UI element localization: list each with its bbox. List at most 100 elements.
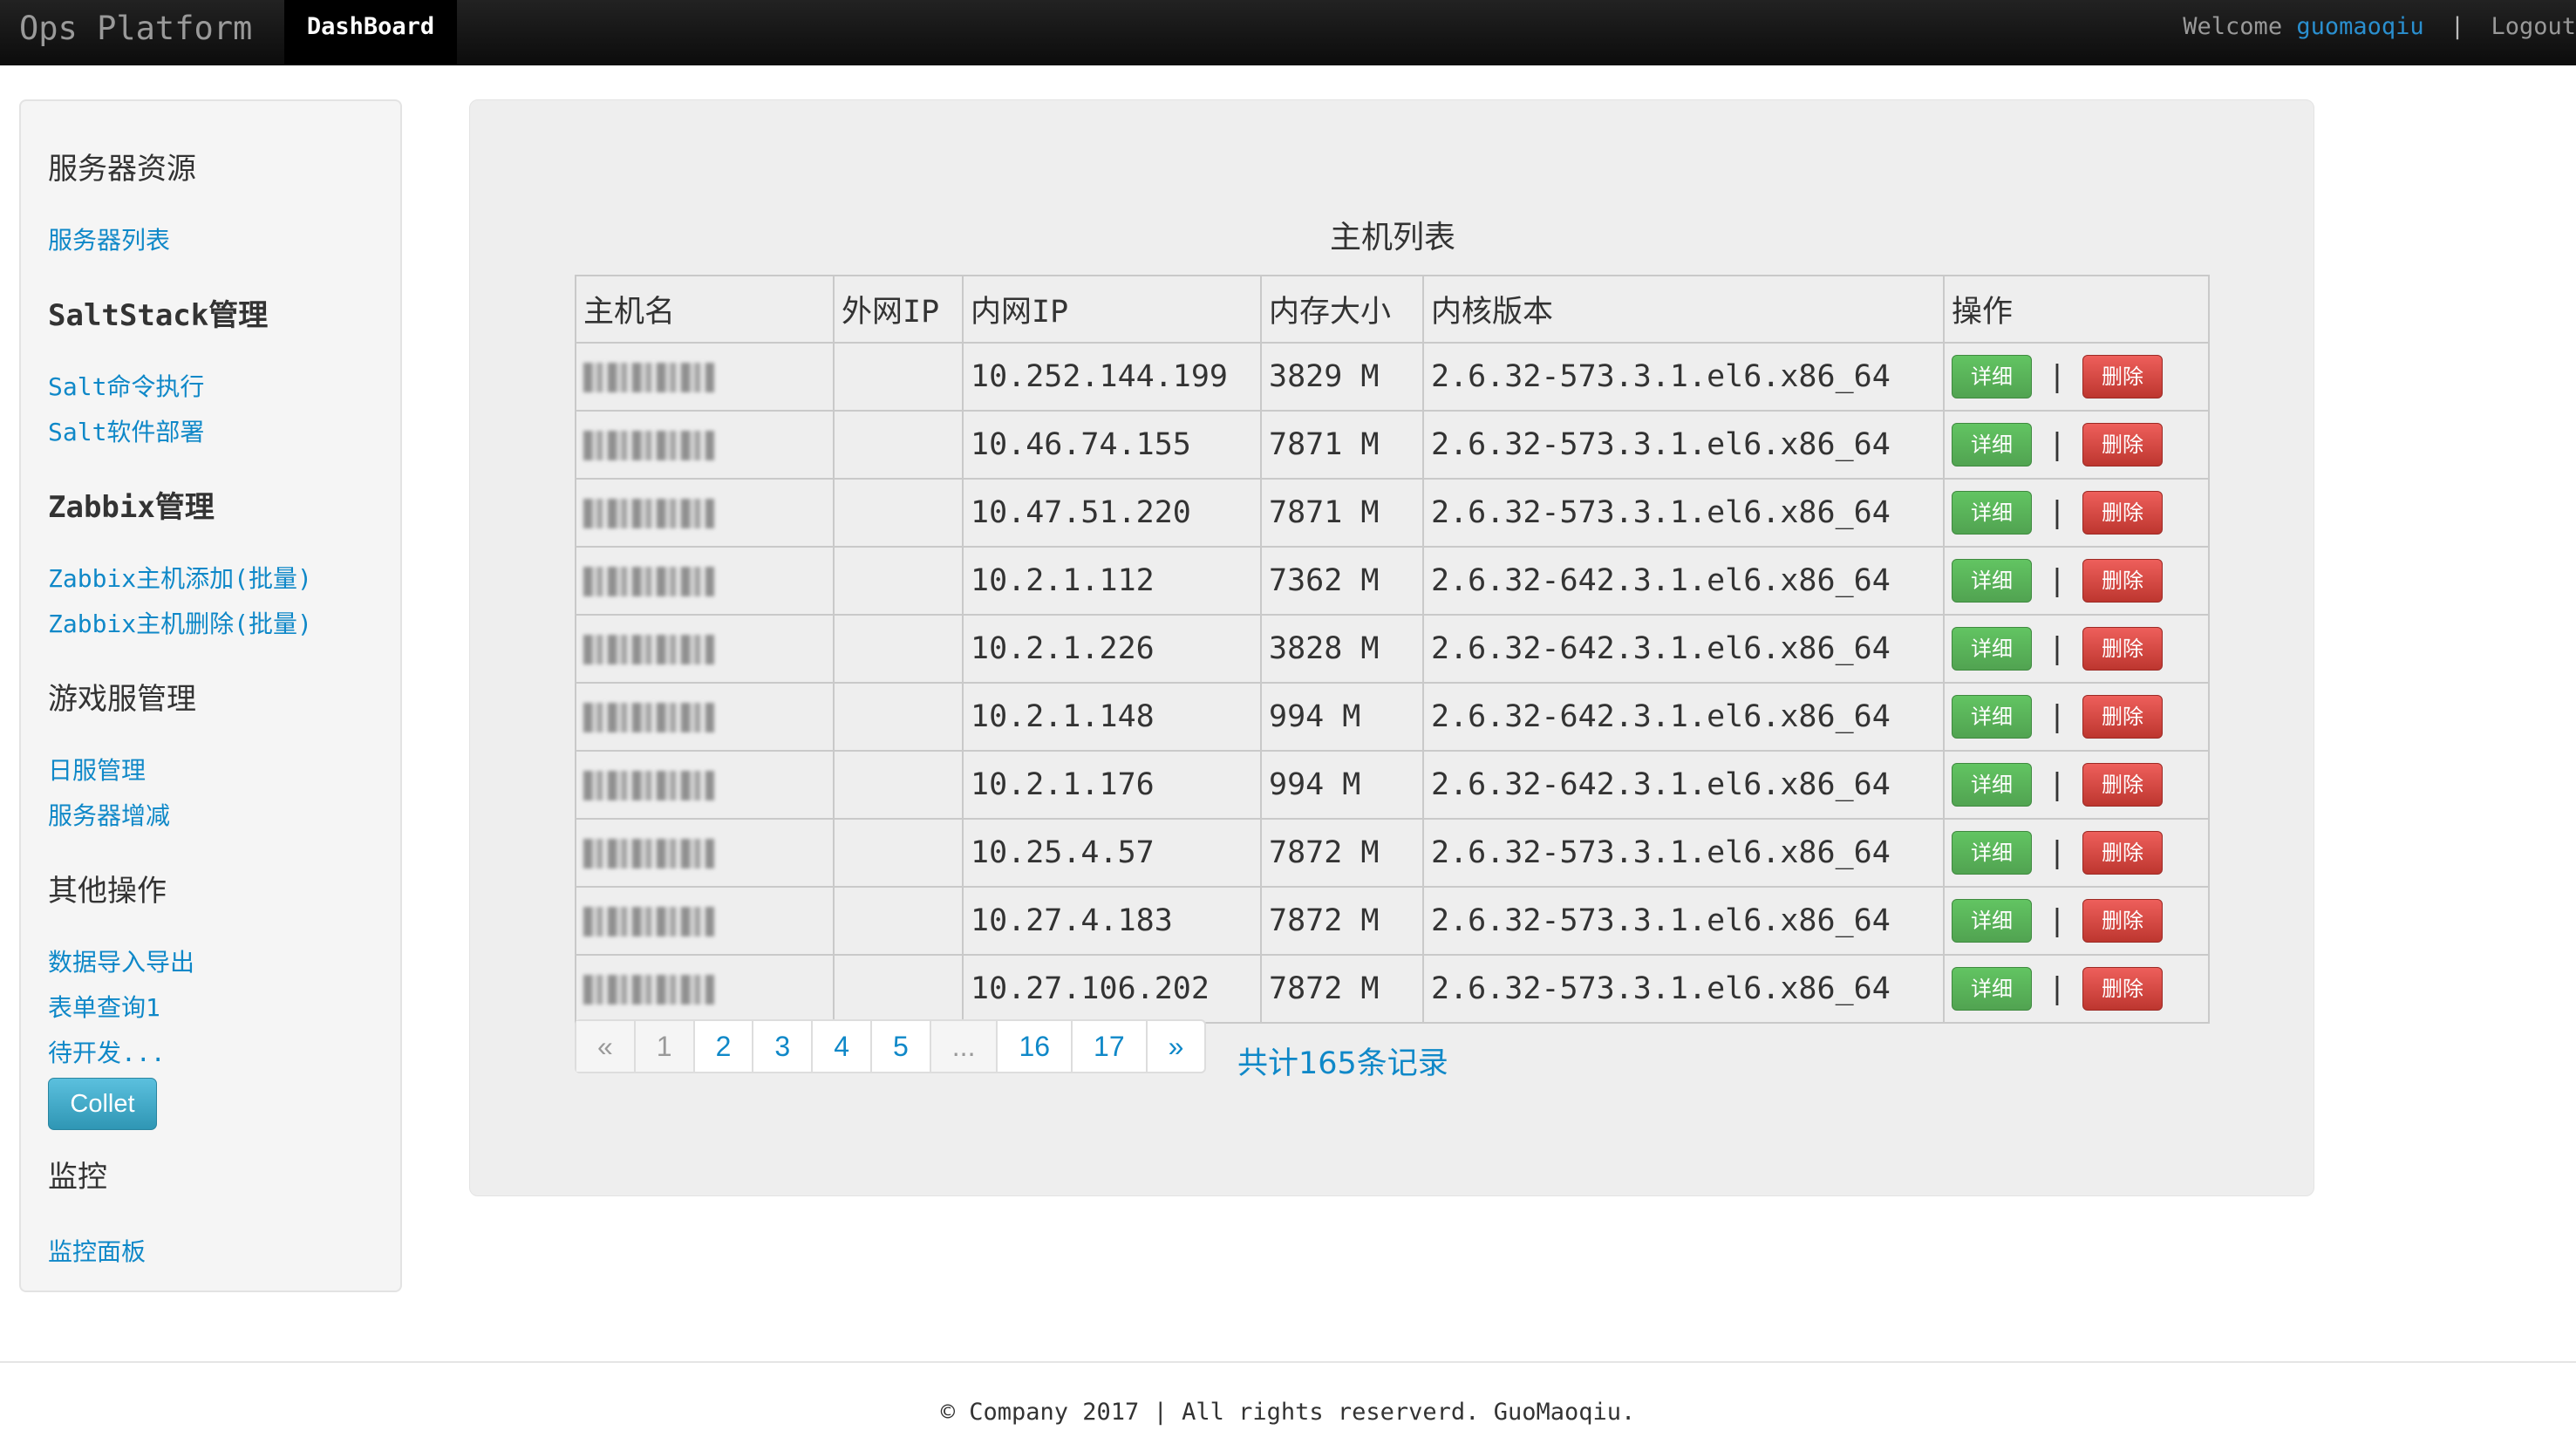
cell-hostname	[575, 546, 835, 616]
table-row: 10.25.4.57 7872 M 2.6.32-573.3.1.el6.x86_6…	[575, 818, 2210, 888]
cell-private-ip: 10.2.1.176	[962, 750, 1262, 820]
cell-private-ip: 10.27.4.183	[962, 886, 1262, 956]
page-link-16[interactable]: 16	[998, 1021, 1073, 1072]
nav-tab-dashboard[interactable]: DashBoard	[284, 0, 457, 65]
cell-hostname	[575, 410, 835, 480]
hosts-table: 主机名 外网IP 内网IP 内存大小 内核版本 操作 10.252.144.19…	[575, 275, 2210, 1024]
column-header-hostname: 主机名	[575, 275, 835, 344]
sidebar-item-server-scaling[interactable]: 服务器增减	[48, 797, 170, 832]
cell-private-ip: 10.2.1.148	[962, 682, 1262, 752]
delete-button[interactable]: 删除	[2082, 559, 2163, 603]
action-separator: |	[2048, 971, 2067, 1006]
cell-private-ip: 10.25.4.57	[962, 818, 1262, 888]
hostname-redacted	[583, 431, 714, 460]
sidebar-heading-zabbix: Zabbix管理	[48, 490, 215, 525]
cell-kernel: 2.6.32-642.3.1.el6.x86_64	[1422, 546, 1945, 616]
detail-button[interactable]: 详细	[1952, 355, 2032, 398]
action-separator: |	[2048, 699, 2067, 734]
delete-button[interactable]: 删除	[2082, 423, 2163, 467]
brand-logo[interactable]: Ops Platform	[19, 0, 252, 57]
action-separator: |	[2048, 495, 2067, 530]
column-header-kernel: 内核版本	[1422, 275, 1945, 344]
table-header-row: 主机名 外网IP 内网IP 内存大小 内核版本 操作	[575, 275, 2210, 344]
collet-button[interactable]: Collet	[48, 1078, 157, 1130]
hostname-redacted	[583, 499, 714, 528]
sidebar-item-salt-deploy[interactable]: Salt软件部署	[48, 413, 204, 448]
detail-button[interactable]: 详细	[1952, 491, 2032, 535]
cell-public-ip	[833, 342, 964, 412]
cell-kernel: 2.6.32-642.3.1.el6.x86_64	[1422, 750, 1945, 820]
hostname-redacted	[583, 907, 714, 936]
sidebar-item-zabbix-add[interactable]: Zabbix主机添加(批量)	[48, 560, 312, 595]
username-link[interactable]: guomaoqiu	[2296, 13, 2423, 40]
detail-button[interactable]: 详细	[1952, 899, 2032, 943]
page-link-5[interactable]: 5	[872, 1021, 931, 1072]
sidebar-heading-saltstack: SaltStack管理	[48, 298, 269, 333]
sidebar-heading-game-servers: 游戏服管理	[48, 682, 196, 717]
sidebar-item-japan-servers[interactable]: 日服管理	[48, 752, 146, 787]
cell-public-ip	[833, 818, 964, 888]
page-link-17[interactable]: 17	[1073, 1021, 1148, 1072]
action-separator: |	[2048, 903, 2067, 938]
delete-button[interactable]: 删除	[2082, 967, 2163, 1011]
delete-button[interactable]: 删除	[2082, 831, 2163, 875]
cell-actions: 详细 | 删除	[1943, 410, 2210, 480]
cell-actions: 详细 | 删除	[1943, 750, 2210, 820]
action-separator: |	[2048, 631, 2067, 666]
record-count: 共计165条记录	[1237, 1046, 1448, 1081]
logout-link[interactable]: Logout	[2491, 13, 2576, 40]
cell-actions: 详细 | 删除	[1943, 818, 2210, 888]
hostname-redacted	[583, 635, 714, 664]
delete-button[interactable]: 删除	[2082, 627, 2163, 671]
delete-button[interactable]: 删除	[2082, 763, 2163, 807]
page-link-3[interactable]: 3	[753, 1021, 814, 1072]
footer-copyright: © Company 2017 | All rights reserverd. G…	[940, 1399, 1636, 1426]
cell-hostname	[575, 886, 835, 956]
delete-button[interactable]: 删除	[2082, 491, 2163, 535]
table-row: 10.27.106.202 7872 M 2.6.32-573.3.1.el6.x8…	[575, 954, 2210, 1024]
sidebar-item-salt-command[interactable]: Salt命令执行	[48, 368, 204, 403]
sidebar-item-monitor-dashboard[interactable]: 监控面板	[48, 1233, 146, 1268]
detail-button[interactable]: 详细	[1952, 695, 2032, 739]
cell-memory: 7871 M	[1260, 410, 1424, 480]
table-row: 10.47.51.220 7871 M 2.6.32-573.3.1.el6.x86…	[575, 478, 2210, 548]
cell-hostname	[575, 750, 835, 820]
hostname-redacted	[583, 567, 714, 596]
delete-button[interactable]: 删除	[2082, 695, 2163, 739]
cell-memory: 994 M	[1260, 682, 1424, 752]
sidebar-item-todo[interactable]: 待开发...	[48, 1034, 166, 1069]
sidebar-item-zabbix-delete[interactable]: Zabbix主机删除(批量)	[48, 605, 312, 640]
cell-actions: 详细 | 删除	[1943, 886, 2210, 956]
cell-memory: 7872 M	[1260, 954, 1424, 1024]
column-header-public-ip: 外网IP	[833, 275, 964, 344]
cell-hostname	[575, 682, 835, 752]
cell-kernel: 2.6.32-573.3.1.el6.x86_64	[1422, 410, 1945, 480]
detail-button[interactable]: 详细	[1952, 763, 2032, 807]
cell-public-ip	[833, 478, 964, 548]
pagination: «1 2 3 4 5... 16 17»	[575, 1019, 1207, 1073]
hostname-redacted	[583, 703, 714, 732]
sidebar-item-server-list[interactable]: 服务器列表	[48, 221, 170, 256]
page-ellipsis: ...	[930, 1021, 998, 1072]
detail-button[interactable]: 详细	[1952, 967, 2032, 1011]
detail-button[interactable]: 详细	[1952, 423, 2032, 467]
delete-button[interactable]: 删除	[2082, 899, 2163, 943]
detail-button[interactable]: 详细	[1952, 559, 2032, 603]
page-link-2[interactable]: 2	[695, 1021, 754, 1072]
cell-memory: 7362 M	[1260, 546, 1424, 616]
sidebar-heading-monitoring: 监控	[48, 1160, 107, 1195]
table-row: 10.46.74.155 7871 M 2.6.32-573.3.1.el6.x86…	[575, 410, 2210, 480]
detail-button[interactable]: 详细	[1952, 627, 2032, 671]
cell-kernel: 2.6.32-642.3.1.el6.x86_64	[1422, 682, 1945, 752]
cell-public-ip	[833, 750, 964, 820]
cell-actions: 详细 | 删除	[1943, 682, 2210, 752]
footer-divider	[0, 1361, 2576, 1363]
page-next-button[interactable]: »	[1148, 1021, 1205, 1072]
table-row: 10.2.1.176 994 M 2.6.32-642.3.1.el6.x86_64…	[575, 750, 2210, 820]
cell-hostname	[575, 818, 835, 888]
delete-button[interactable]: 删除	[2082, 355, 2163, 398]
page-link-4[interactable]: 4	[813, 1021, 872, 1072]
detail-button[interactable]: 详细	[1952, 831, 2032, 875]
sidebar-item-form-query[interactable]: 表单查询1	[48, 989, 160, 1024]
sidebar-item-data-import-export[interactable]: 数据导入导出	[48, 943, 194, 978]
